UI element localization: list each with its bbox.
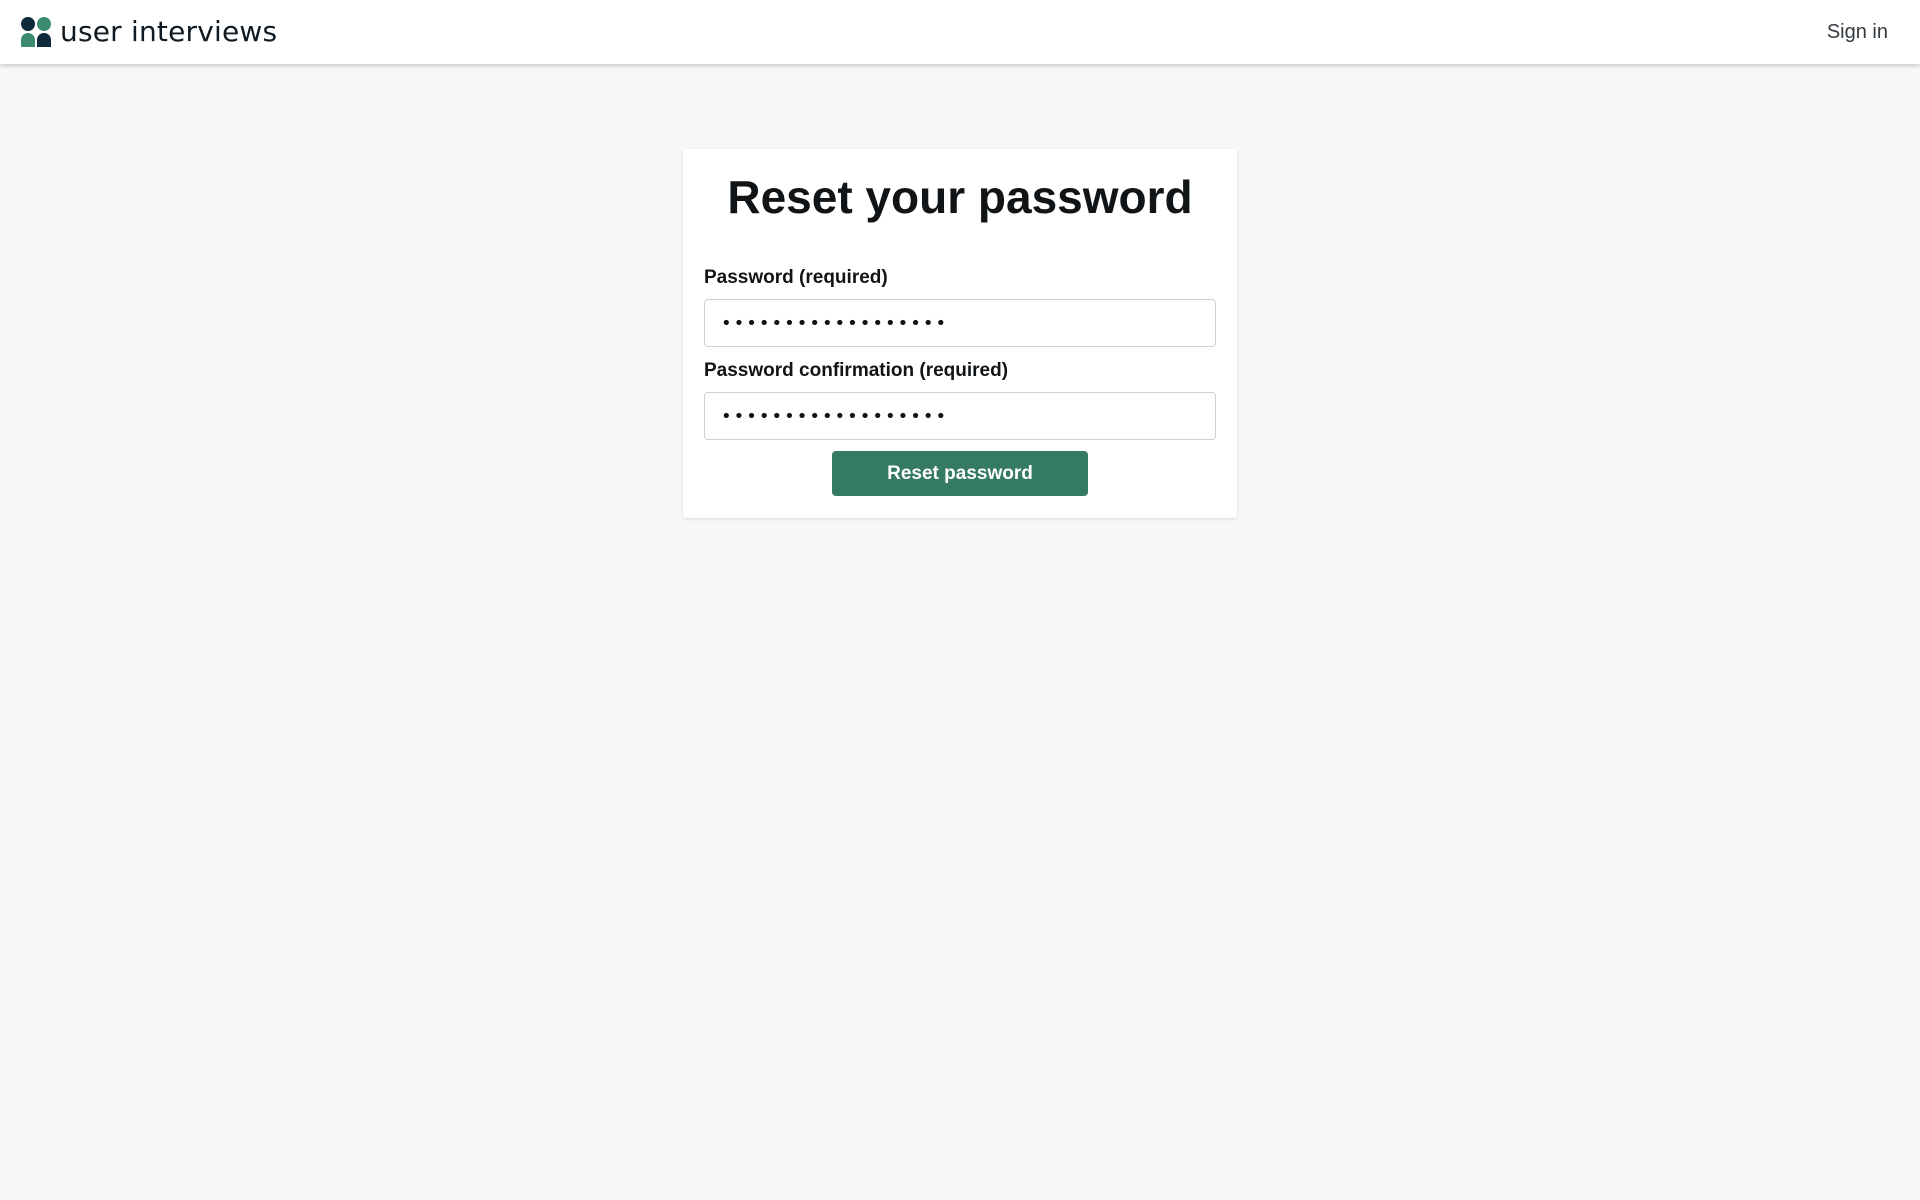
password-confirmation-label: Password confirmation (required) [704,360,1009,381]
reset-password-button[interactable]: Reset password [832,451,1088,496]
brand-name: user interviews [60,15,278,48]
brand-logo-link[interactable]: user interviews [20,16,277,48]
password-label: Password (required) [704,267,888,288]
top-navigation-bar: user interviews Sign in [0,0,1920,64]
password-confirmation-input[interactable] [704,392,1216,440]
reset-password-card: Reset your password Password (required) … [683,149,1237,518]
user-interviews-logo-icon [21,17,51,47]
sign-in-link[interactable]: Sign in [1827,20,1888,44]
password-input[interactable] [704,299,1216,347]
page-title: Reset your password [727,171,1193,223]
